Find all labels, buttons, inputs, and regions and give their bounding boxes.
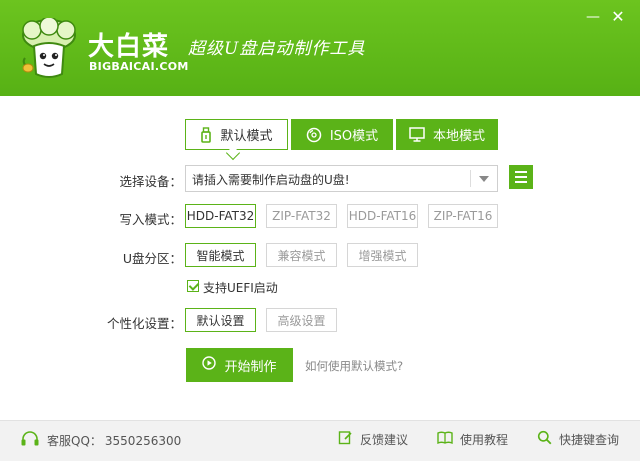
personalize-label: 个性化设置： [106,316,182,331]
select-divider [470,170,471,187]
feedback-label: 反馈建议 [360,432,409,447]
start-button-label: 开始制作 [224,359,277,375]
usb-icon [200,126,212,143]
cabbage-mascot-logo [22,18,76,78]
write-mode-label: 写入模式： [119,212,182,227]
search-icon [537,430,552,448]
menu-icon-bar [515,176,527,178]
book-icon [437,430,453,448]
write-mode-hdd-fat16[interactable]: HDD-FAT16 [347,204,418,228]
slogan: 超级U盘启动制作工具 [188,39,366,59]
write-mode-hdd-fat32[interactable]: HDD-FAT32 [185,204,256,228]
tab-default-mode[interactable]: 默认模式 [185,119,288,150]
minimize-button[interactable]: — [583,8,603,26]
support-qq-number: 3550256300 [104,433,182,448]
tab-local-mode[interactable]: 本地模式 [396,119,498,150]
device-label: 选择设备： [119,174,182,189]
personalize-advanced[interactable]: 高级设置 [266,308,337,332]
feedback-link[interactable]: 反馈建议 [338,430,408,448]
support-qq-label: 客服QQ： [47,434,102,448]
footer-bar: 客服QQ： 3550256300 反馈建议 使用教程 快捷键查询 [0,420,640,461]
menu-icon-bar [515,181,527,183]
partition-label: U盘分区： [122,251,182,266]
tutorial-label: 使用教程 [460,432,509,447]
brand-name: 大白菜 [88,32,170,62]
disc-icon [306,127,322,143]
brand-domain: BIGBAICAI.COM [89,60,189,73]
partition-smart-mode[interactable]: 智能模式 [185,243,256,267]
device-select-value: 请插入需要制作启动盘的U盘! [192,173,350,187]
tab-iso-mode[interactable]: ISO模式 [291,119,393,150]
edit-icon [338,430,353,448]
tab-local-mode-label: 本地模式 [432,129,485,144]
device-select[interactable]: 请插入需要制作启动盘的U盘! [185,165,498,192]
partition-enhanced-mode[interactable]: 增强模式 [347,243,418,267]
play-icon [202,356,217,374]
shortcut-label: 快捷键查询 [559,432,620,447]
support-qq: 客服QQ： 3550256300 [20,430,181,451]
uefi-checkbox[interactable] [187,280,199,292]
shortcut-link[interactable]: 快捷键查询 [537,430,619,448]
write-mode-zip-fat16[interactable]: ZIP-FAT16 [428,204,498,228]
partition-compatible-mode[interactable]: 兼容模式 [266,243,337,267]
menu-icon-bar [515,171,527,173]
help-link[interactable]: 如何使用默认模式? [305,358,403,374]
tab-default-mode-label: 默认模式 [220,129,273,144]
start-button[interactable]: 开始制作 [186,348,293,382]
uefi-checkbox-label[interactable]: 支持UEFI启动 [203,279,278,296]
title-bar: 大白菜 BIGBAICAI.COM 超级U盘启动制作工具 — ✕ [0,0,640,96]
close-button[interactable]: ✕ [608,8,628,26]
chevron-down-icon[interactable] [479,176,489,182]
personalize-default[interactable]: 默认设置 [185,308,256,332]
headset-icon [20,430,40,451]
write-mode-zip-fat32[interactable]: ZIP-FAT32 [266,204,337,228]
monitor-icon [409,127,425,142]
tutorial-link[interactable]: 使用教程 [437,430,508,448]
tab-iso-mode-label: ISO模式 [329,129,379,144]
device-menu-button[interactable] [509,165,533,189]
